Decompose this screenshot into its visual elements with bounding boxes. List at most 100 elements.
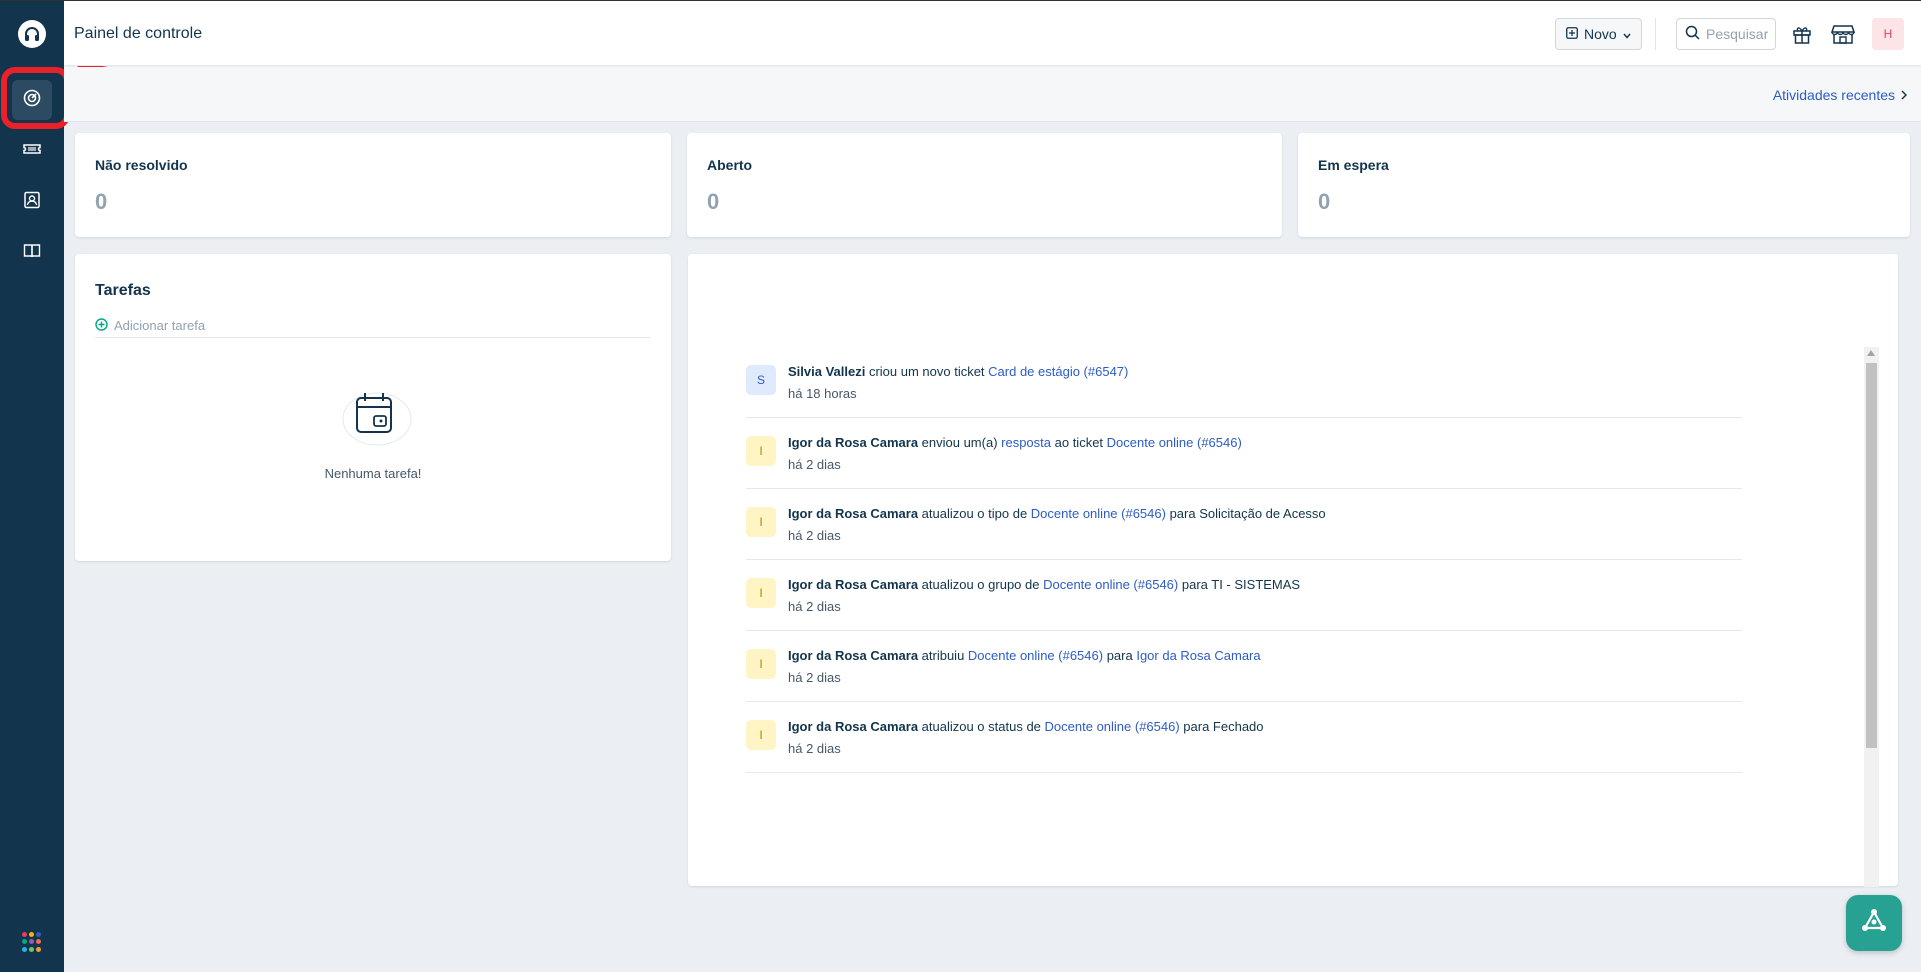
recent-activity-link[interactable]: Atividades recentes [1772,87,1908,103]
contacts-icon [22,190,42,215]
stat-label: Não resolvido [95,157,188,173]
stat-value: 0 [1318,189,1331,214]
scroll-up-arrow-icon[interactable] [1867,350,1875,356]
activity-actor[interactable]: Igor da Rosa Camara [788,719,918,734]
plus-square-icon [1566,26,1578,42]
activity-time: há 18 horas [788,386,857,401]
sidebar-item-dashboard[interactable] [12,80,52,120]
activity-text-fragment: ao ticket [1051,435,1107,450]
gift-icon[interactable] [1788,20,1816,48]
ticket-icon [22,139,42,164]
header-divider [1655,18,1656,50]
activity-text: Igor da Rosa Camara atualizou o tipo de … [788,506,1326,521]
top-header: Painel de controle Novo Pesquisar H [64,0,1921,66]
activity-avatar: I [746,720,776,750]
activity-text-fragment: enviou um(a) [918,435,1002,450]
activity-text-fragment: atualizou o status de [918,719,1045,734]
sidebar [0,0,64,972]
activity-avatar: I [746,436,776,466]
add-task-placeholder: Adicionar tarefa [114,318,206,333]
activity-link[interactable]: resposta [1001,435,1051,450]
activity-time: há 2 dias [788,670,841,685]
recent-activity-card: S Silvia Vallezi criou um novo ticket Car… [688,254,1898,887]
new-button[interactable]: Novo [1555,18,1642,50]
sidebar-item-knowledge-base[interactable] [12,233,52,273]
activity-link[interactable]: Docente online (#6546) [1107,435,1242,450]
apps-grid-dot [29,946,34,952]
activity-link[interactable]: Docente online (#6546) [1045,719,1180,734]
user-avatar[interactable]: H [1872,18,1904,50]
activity-text: Silvia Vallezi criou um novo ticket Card… [788,364,1128,379]
apps-grid-dot [22,946,27,952]
activity-item: JJose Anizio Marim criou um novo ticket … [746,773,1742,787]
stat-label: Em espera [1318,157,1389,173]
apps-grid-dot [29,932,34,937]
activity-text-fragment: para TI - SISTEMAS [1178,577,1301,592]
activity-actor[interactable]: Igor da Rosa Camara [788,506,918,521]
activity-link[interactable]: Docente online (#6546) [968,648,1103,663]
apps-grid-dot [22,932,27,937]
activity-text: Igor da Rosa Camara enviou um(a) respost… [788,435,1242,450]
knowledge-base-icon [22,241,42,266]
activity-item: I Igor da Rosa Camara atribuiu Docente on… [746,631,1742,702]
activity-time: há 2 dias [788,599,841,614]
activity-text-fragment: atualizou o tipo de [918,506,1031,521]
tasks-title: Tarefas [95,282,151,299]
activity-text: Igor da Rosa Camara atualizou o grupo de… [788,577,1300,592]
activity-text-fragment: atualizou o grupo de [918,577,1044,592]
activity-avatar: I [746,649,776,679]
apps-grid-dot [36,946,41,952]
tasks-card: Tarefas Adicionar tarefa Nenhuma tarefa! [75,254,671,561]
sidebar-item-tickets[interactable] [12,131,52,171]
app-logo-icon[interactable] [18,20,46,48]
scroll-thumb[interactable] [1866,363,1877,748]
chevron-right-icon [1901,87,1908,103]
apps-grid-dot [36,939,41,945]
activity-scrollbar[interactable] [1864,347,1879,887]
activity-text: Igor da Rosa Camara atribuiu Docente onl… [788,648,1261,663]
stat-card-open[interactable]: Aberto 0 [687,133,1282,237]
activity-item: I Igor da Rosa Camara atualizou o tipo de… [746,489,1742,560]
marketplace-store-icon[interactable] [1829,20,1857,48]
recent-activity-label: Atividades recentes [1772,87,1895,103]
page-title: Painel de controle [74,25,203,42]
dashboard-subbar: Atividades recentes [64,67,1921,122]
activity-link[interactable]: Card de estágio (#6547) [988,364,1128,379]
empty-calendar-icon [342,392,412,446]
search-icon [1685,25,1700,43]
activity-text-fragment: para [1103,648,1137,663]
apps-grid-dot [29,939,34,945]
search-placeholder: Pesquisar [1706,26,1769,42]
activity-actor[interactable]: Silvia Vallezi [788,364,865,379]
activity-link[interactable]: Igor da Rosa Camara [1136,648,1260,663]
activity-link[interactable]: Docente online (#6546) [1043,577,1178,592]
activity-text-fragment: criou um novo ticket [865,364,989,379]
search-button[interactable]: Pesquisar [1676,18,1776,50]
activity-avatar: I [746,507,776,537]
chevron-down-icon [1623,26,1631,42]
activity-actor[interactable]: Igor da Rosa Camara [788,577,918,592]
apps-grid-dot [36,932,41,937]
network-widget-icon [1860,907,1888,940]
stat-value: 0 [707,189,720,214]
sidebar-item-contacts[interactable] [12,182,52,222]
floating-widget-button[interactable] [1846,895,1902,951]
activity-actor[interactable]: Igor da Rosa Camara [788,435,918,450]
activity-avatar: I [746,578,776,608]
activity-item: I Igor da Rosa Camara atualizou o grupo d… [746,560,1742,631]
add-circle-icon [95,317,108,334]
activity-time: há 2 dias [788,457,841,472]
activity-actor[interactable]: Igor da Rosa Camara [788,648,918,663]
stat-label: Aberto [707,157,753,173]
activity-time: há 2 dias [788,528,841,543]
apps-launcher-icon[interactable] [22,932,42,952]
activity-list[interactable]: S Silvia Vallezi criou um novo ticket Car… [746,347,1804,787]
apps-grid-dot [22,939,27,945]
activity-item: I Igor da Rosa Camara enviou um(a) respos… [746,418,1742,489]
activity-link[interactable]: Docente online (#6546) [1031,506,1166,521]
add-task-input[interactable]: Adicionar tarefa [95,314,650,338]
activity-item: S Silvia Vallezi criou um novo ticket Car… [746,347,1742,418]
stat-card-unresolved[interactable]: Não resolvido 0 [75,133,671,237]
activity-text: Igor da Rosa Camara atualizou o status d… [788,719,1264,734]
stat-card-on-hold[interactable]: Em espera 0 [1298,133,1910,237]
